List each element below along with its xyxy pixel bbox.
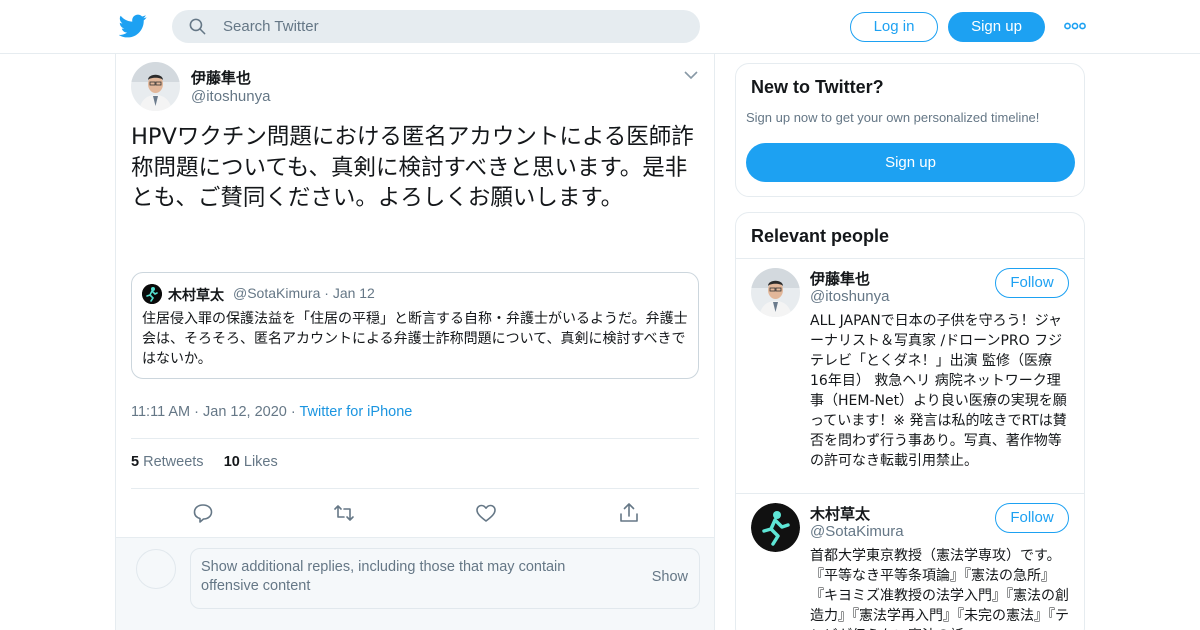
author-handle[interactable]: @itoshunya [191,88,270,105]
author-name[interactable]: 伊藤隼也 [191,67,251,88]
search-icon [189,18,206,35]
retweets-label: Retweets [143,454,204,470]
reply-icon[interactable] [191,501,215,525]
additional-replies-section: Show additional replies, including those… [116,537,714,630]
tweet-source-link[interactable]: Twitter for iPhone [300,404,413,420]
likes-label: Likes [243,454,278,470]
tweet-detail-column: 伊藤隼也 @itoshunya HPVワクチン問題における匿名アカウントによる医… [115,54,715,630]
person-handle[interactable]: @itoshunya [810,288,889,305]
tweet-text: HPVワクチン問題における匿名アカウントによる医師詐称問題についても、真剣に検討… [131,124,694,211]
share-icon[interactable] [617,501,641,525]
tweet-time[interactable]: 11:11 AM [131,404,190,420]
signup-button[interactable]: Sign up [948,12,1045,42]
author-avatar[interactable] [131,62,180,111]
like-icon[interactable] [474,501,498,525]
sidebar-signup-button[interactable]: Sign up [746,143,1075,182]
person-bio: ALL JAPANで日本の子供を守ろう！ジャーナリスト＆写真家 /ドローンPRO… [810,313,1067,469]
tweet-actions [116,501,716,527]
person-avatar[interactable] [751,503,800,552]
quoted-date: Jan 12 [332,285,375,301]
divider [736,493,1084,494]
person-handle[interactable]: @SotaKimura [810,523,904,540]
relevant-people-title: Relevant people [751,226,890,246]
show-button[interactable]: Show [652,569,688,585]
quoted-author-handle: @SotaKimura [233,285,321,301]
quoted-author-avatar [142,284,162,304]
retweets-stat[interactable]: 5 Retweets [131,454,204,470]
more-dots-icon[interactable] [1064,19,1086,33]
tweet-date[interactable]: Jan 12, 2020 [203,404,287,420]
person-avatar[interactable] [751,268,800,317]
search-placeholder: Search Twitter [223,18,319,35]
retweets-count: 5 [131,454,140,470]
tweet-stats: 5 Retweets 10 Likes [131,454,278,470]
new-to-twitter-title: New to Twitter? [751,77,884,97]
person-bio: 首都大学東京教授（憲法学専攻）です。 『平等なき平等条項論』『憲法の急所』『キヨ… [810,548,1069,630]
follow-button[interactable]: Follow [995,268,1069,298]
relevant-people-card: Relevant people 伊藤隼也 @itoshunya Follow A… [735,212,1085,630]
divider [736,258,1084,259]
quoted-tweet-text: 住居侵入罪の保護法益を「住居の平穏」と断言する自称・弁護士がいるようだ。弁護士会… [142,311,688,367]
quoted-author-name: 木村草太 [168,288,224,304]
person-name[interactable]: 伊藤隼也 [810,268,870,289]
likes-count: 10 [223,454,240,470]
top-navigation-bar: Search Twitter Log in Sign up [0,0,1200,54]
quoted-author-meta: @SotaKimura · Jan 12 [233,285,375,301]
twitter-bird-icon[interactable] [119,12,147,40]
divider [131,488,699,489]
tweet-timestamp: 11:11 AM · Jan 12, 2020 · Twitter for iP… [131,404,413,420]
follow-button[interactable]: Follow [995,503,1069,533]
quoted-tweet[interactable]: 木村草太 @SotaKimura · Jan 12 住居侵入罪の保護法益を「住居… [131,272,699,379]
divider [131,438,699,439]
search-input[interactable]: Search Twitter [172,10,700,43]
chevron-down-icon[interactable] [683,68,699,82]
new-to-twitter-subtitle: Sign up now to get your own personalized… [746,110,1040,125]
show-additional-replies[interactable]: Show additional replies, including those… [190,548,700,609]
person-card[interactable]: 伊藤隼也 @itoshunya Follow ALL JAPANで日本の子供を守… [736,268,1084,488]
retweet-icon[interactable] [332,501,356,525]
person-name[interactable]: 木村草太 [810,503,870,524]
person-card[interactable]: 木村草太 @SotaKimura Follow 首都大学東京教授（憲法学専攻）で… [736,503,1084,630]
new-to-twitter-card: New to Twitter? Sign up now to get your … [735,63,1085,197]
reply-avatar-placeholder [136,549,176,589]
likes-stat[interactable]: 10 Likes [224,454,278,470]
login-button[interactable]: Log in [850,12,938,42]
additional-replies-message: Show additional replies, including those… [201,559,566,594]
